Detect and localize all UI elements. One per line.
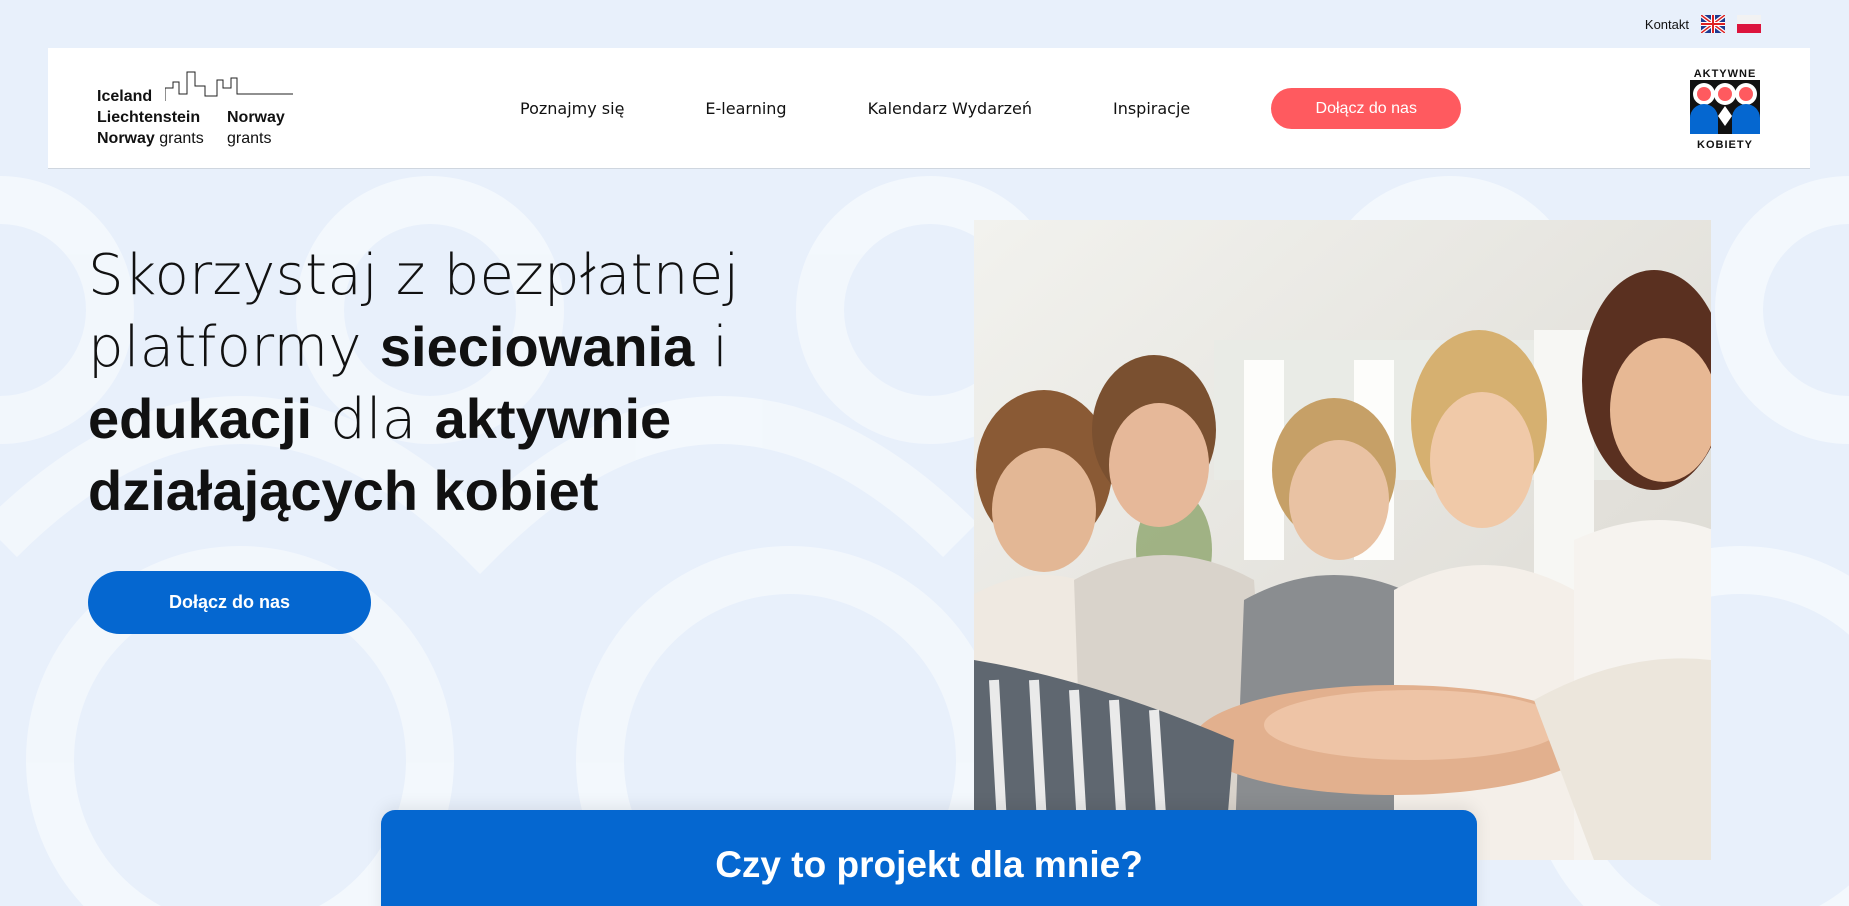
is-this-project-for-me-card: Czy to projekt dla mnie? — [381, 810, 1477, 906]
skyline-logo-icon — [165, 71, 293, 101]
nav-item-e-learning[interactable]: E-learning — [705, 99, 786, 118]
logo-right-norway: Norway — [227, 109, 285, 126]
nav-item-kalendarz[interactable]: Kalendarz Wydarzeń — [868, 99, 1032, 118]
site-header: Iceland Liechtenstein Norway grants Norw… — [48, 48, 1810, 169]
logo-right-grants: grants — [227, 130, 272, 147]
en-flag-icon[interactable] — [1701, 15, 1725, 33]
card-title: Czy to projekt dla mnie? — [715, 844, 1143, 885]
ak-logo-top-text: AKTYWNE — [1693, 68, 1757, 80]
aktywne-kobiety-logo[interactable]: AKTYWNE KOBIETY — [1690, 68, 1760, 151]
nav-item-poznajmy-sie[interactable]: Poznajmy się — [520, 99, 624, 118]
nav-item-inspiracje[interactable]: Inspiracje — [1113, 99, 1190, 118]
contact-link[interactable]: Kontakt — [1645, 17, 1689, 32]
logo-line-liechtenstein: Liechtenstein — [97, 109, 201, 126]
top-utility-bar: Kontakt — [1645, 12, 1761, 36]
eea-norway-grants-logo[interactable]: Iceland Liechtenstein Norway grants Norw… — [97, 68, 297, 148]
header-join-button[interactable]: Dołącz do nas — [1271, 88, 1462, 129]
pl-flag-icon[interactable] — [1737, 15, 1761, 33]
logo-line-iceland: Iceland — [97, 88, 153, 105]
logo-line-norway-grants: Norway grants — [97, 130, 204, 147]
main-nav: Poznajmy się E-learning Kalendarz Wydarz… — [520, 48, 1462, 169]
ak-logo-bottom-text: KOBIETY — [1697, 139, 1753, 151]
hero-join-button[interactable]: Dołącz do nas — [88, 571, 371, 634]
hero-headline: Skorzystaj z bezpłatnej platformy siecio… — [88, 243, 740, 522]
hero-photo — [974, 220, 1711, 860]
ak-logo-mark-icon — [1690, 80, 1760, 134]
women-stacking-hands-photo-icon — [974, 220, 1711, 860]
